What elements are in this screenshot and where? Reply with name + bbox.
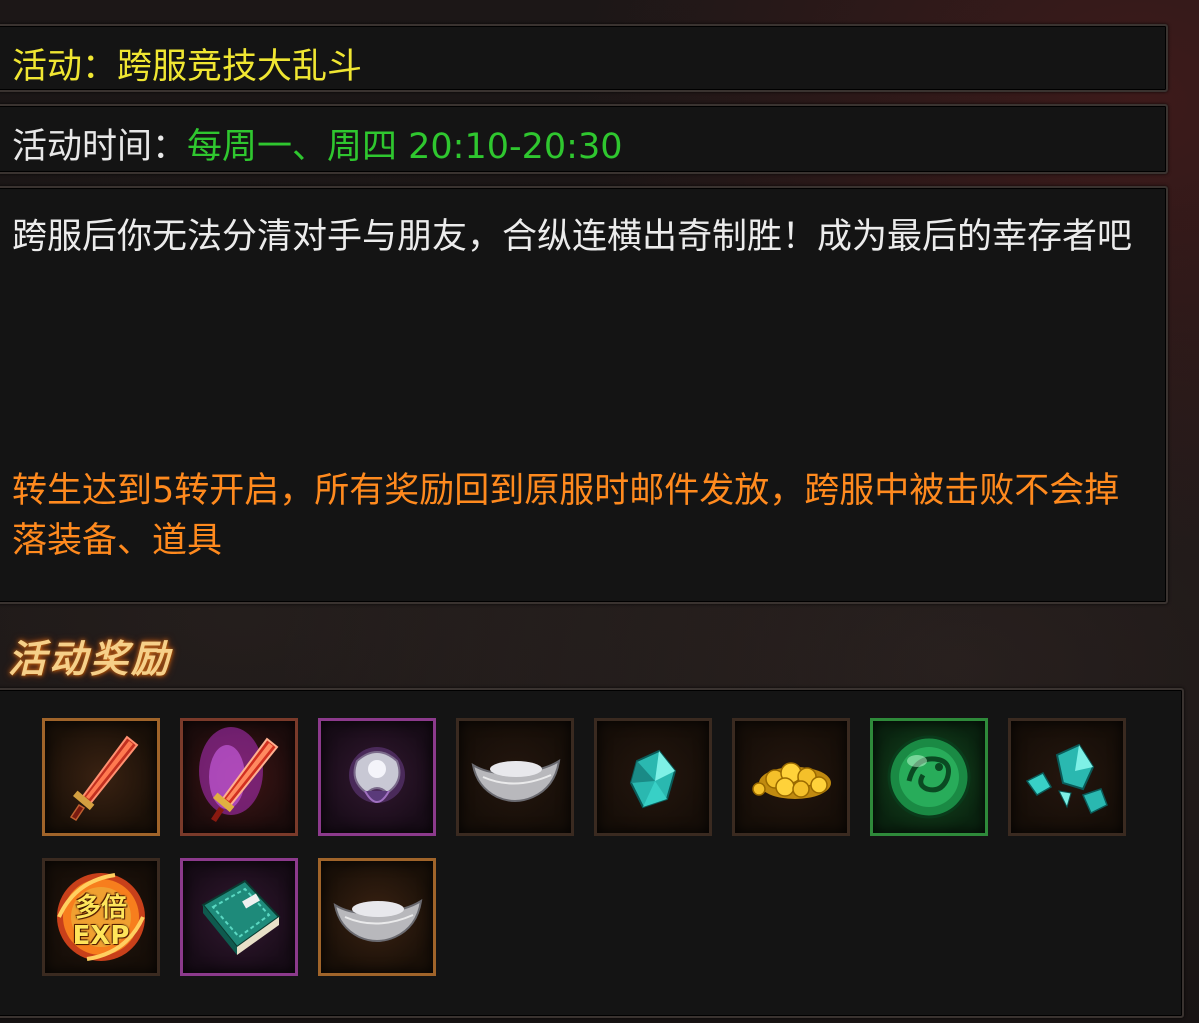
activity-time-panel: 活动时间：每周一、周四 20:10-20:30 [0, 104, 1168, 174]
reward-slot-silver-ingot[interactable] [456, 718, 574, 836]
silver-ingot-icon [333, 898, 423, 942]
jade-dragon-orb-icon [887, 735, 971, 819]
glowing-sword-icon [199, 727, 279, 822]
silver-ingot-icon [471, 758, 561, 802]
reward-slot-red-sword[interactable] [42, 718, 160, 836]
reward-slot-glowing-sword[interactable] [180, 718, 298, 836]
red-sword-icon [69, 735, 139, 822]
activity-time-label: 活动时间： [12, 127, 188, 167]
reward-slot-crystal-shards[interactable] [1008, 718, 1126, 836]
reward-slot-jade-dragon-orb[interactable] [870, 718, 988, 836]
activity-title-label: 活动： [12, 47, 118, 87]
activity-time-value: 每周一、周四 20:10-20:30 [187, 127, 623, 167]
reward-slot-cyan-crystal[interactable] [594, 718, 712, 836]
skill-book-icon [201, 879, 281, 955]
reward-slot-silver-orb[interactable] [318, 718, 436, 836]
reward-slot-silver-ingot-2[interactable] [318, 858, 436, 976]
reward-slot-skill-book[interactable] [180, 858, 298, 976]
gold-coins-icon [752, 762, 831, 799]
reward-slot-gold-coins[interactable] [732, 718, 850, 836]
activity-time: 活动时间：每周一、周四 20:10-20:30 [12, 118, 623, 169]
silver-orb-icon [349, 747, 405, 803]
exp-label: EXP [72, 921, 130, 951]
activity-description-panel[interactable]: 跨服后你无法分清对手与朋友，合纵连横出奇制胜！成为最后的幸存者吧 转生达到5转开… [0, 186, 1168, 604]
rewards-heading: 活动奖励 [8, 636, 173, 681]
exp-multiplier-label: 多倍 [74, 893, 127, 923]
activity-description: 跨服后你无法分清对手与朋友，合纵连横出奇制胜！成为最后的幸存者吧 [12, 217, 1133, 257]
reward-slot-multi-exp[interactable]: 多倍 EXP [42, 858, 160, 976]
crystal-shards-icon [1025, 743, 1108, 815]
activity-conditions: 转生达到5转开启，所有奖励回到原服时邮件发放，跨服中被击败不会掉落装备、道具 [12, 471, 1120, 561]
rewards-panel: 多倍 EXP [0, 688, 1184, 1018]
activity-title: 活动：跨服竞技大乱斗 [12, 38, 362, 89]
activity-title-panel: 活动：跨服竞技大乱斗 [0, 24, 1168, 92]
activity-title-value: 跨服竞技大乱斗 [117, 47, 363, 87]
cyan-crystal-icon [629, 749, 677, 809]
